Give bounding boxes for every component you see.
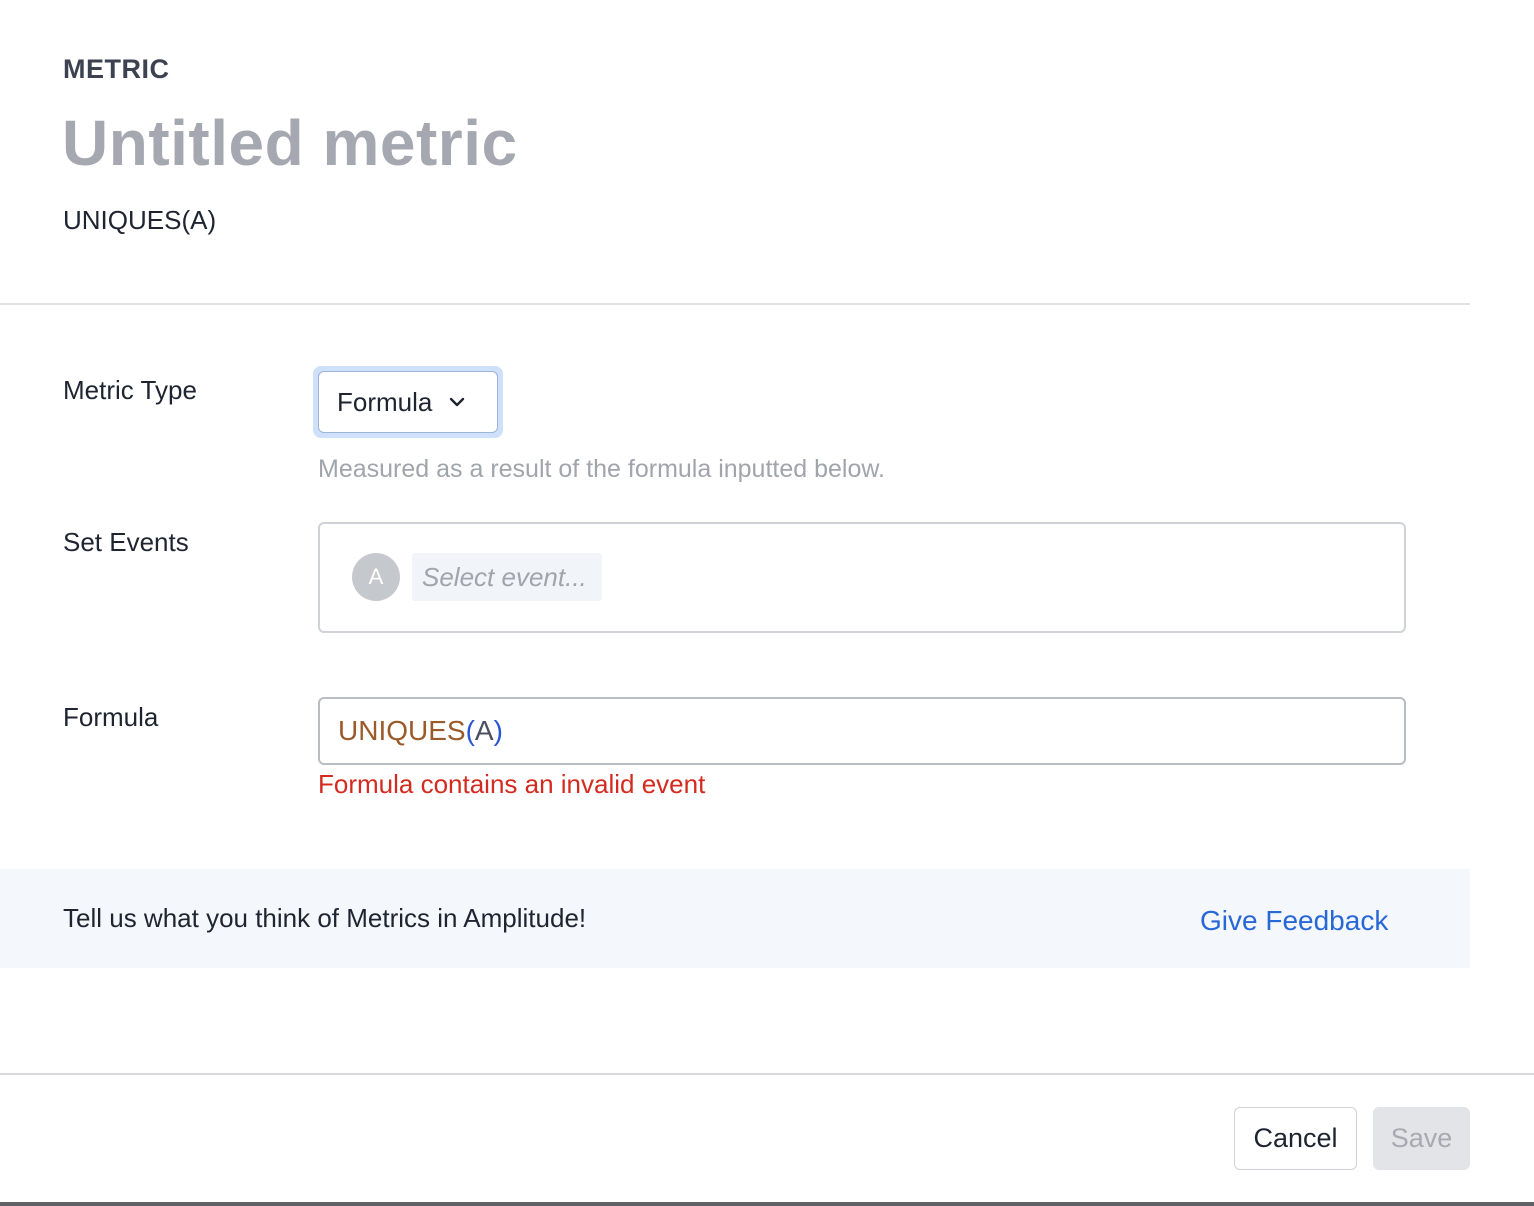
footer-divider xyxy=(0,1073,1534,1075)
formula-input[interactable]: UNIQUES(A) xyxy=(318,697,1406,765)
metric-type-selected-value: Formula xyxy=(337,386,433,417)
formula-argument-token: A xyxy=(474,715,494,746)
formula-close-paren: ) xyxy=(493,715,503,746)
metric-title[interactable]: Untitled metric xyxy=(62,106,518,180)
save-button[interactable]: Save xyxy=(1373,1107,1470,1170)
select-event-button[interactable]: Select event... xyxy=(412,553,602,601)
metric-type-select[interactable]: Formula xyxy=(318,371,498,433)
formula-open-paren: ( xyxy=(465,715,475,746)
window-bottom-edge xyxy=(0,1202,1534,1206)
chevron-down-icon xyxy=(446,391,468,413)
formula-label: Formula xyxy=(63,702,159,732)
metric-type-label: Metric Type xyxy=(63,375,197,405)
event-letter-badge: A xyxy=(352,553,400,601)
formula-function-token: UNIQUES xyxy=(338,715,466,746)
metric-type-helper-text: Measured as a result of the formula inpu… xyxy=(318,455,885,483)
formula-error-message: Formula contains an invalid event xyxy=(318,769,706,799)
cancel-button[interactable]: Cancel xyxy=(1234,1107,1357,1170)
set-events-label: Set Events xyxy=(63,527,189,557)
give-feedback-link[interactable]: Give Feedback xyxy=(1200,905,1388,937)
feedback-prompt: Tell us what you think of Metrics in Amp… xyxy=(63,903,587,933)
modal-eyebrow: METRIC xyxy=(63,54,170,84)
metric-formula-summary: UNIQUES(A) xyxy=(63,205,217,235)
select-event-placeholder: Select event... xyxy=(422,561,587,592)
header-divider xyxy=(0,303,1470,305)
